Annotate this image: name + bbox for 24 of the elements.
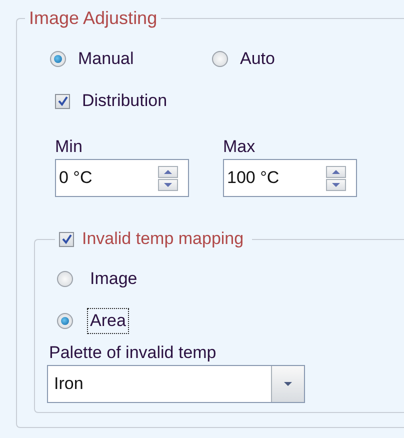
field-label: Max [223,137,256,157]
checkbox[interactable] [55,94,70,108]
radio-button[interactable] [50,51,66,67]
spin-down-icon[interactable] [158,178,178,190]
field-label: Min [55,137,84,157]
spin-field[interactable]: 0 °C [55,159,189,197]
checkbox[interactable] [59,232,74,246]
spin-field[interactable]: 100 °C [223,159,357,197]
radio-label: Image [89,268,138,290]
radio-label: Manual [78,49,134,69]
spin-up-icon[interactable] [158,166,178,178]
radio-button[interactable] [57,313,73,329]
radio-label: Auto [240,49,275,69]
radio-button[interactable] [57,271,73,287]
spin-up-icon[interactable] [326,166,346,178]
caret-icon [283,381,293,387]
radio-label: Area [87,308,129,334]
checkbox-label: Distribution [82,91,168,111]
palette-dropdown[interactable]: Iron [47,365,305,403]
radio-button[interactable] [212,51,228,67]
group-title: Invalid temp mapping [81,229,245,249]
group-title: Image Adjusting [28,8,158,29]
spin-down-icon[interactable] [326,178,346,190]
field-label: Palette of invalid temp [49,343,218,363]
